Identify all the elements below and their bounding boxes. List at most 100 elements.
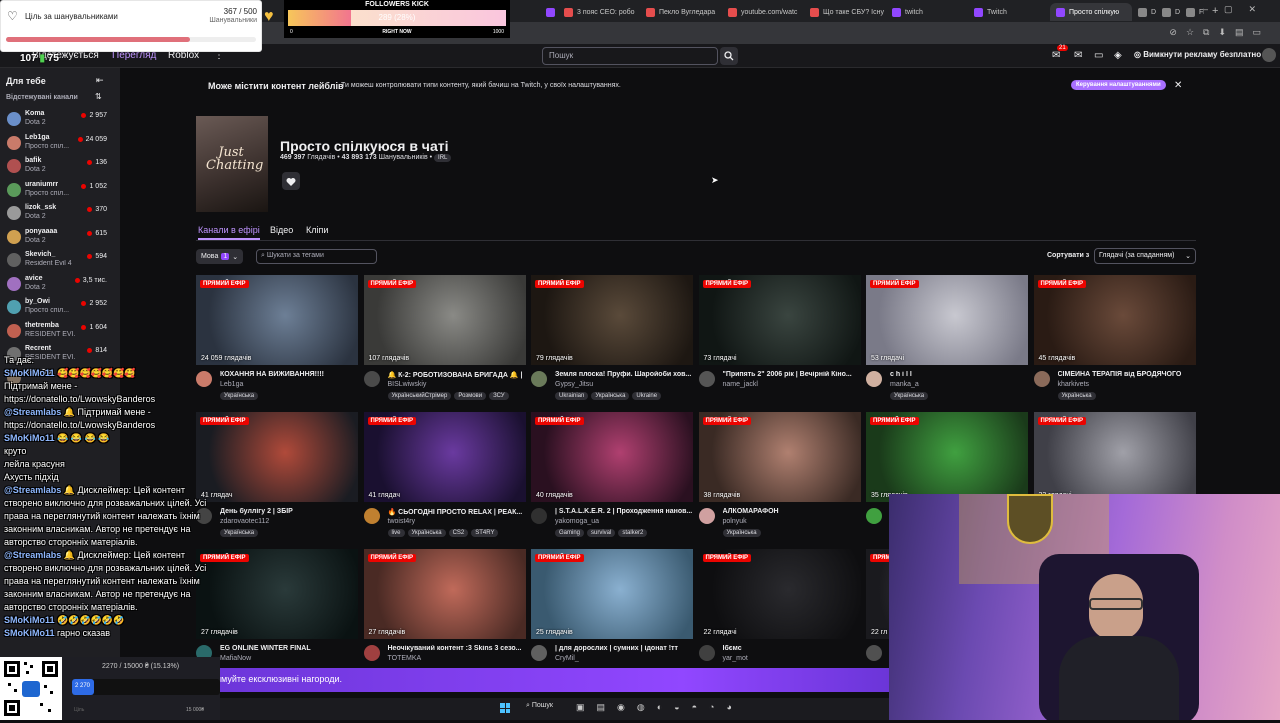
stream-tag[interactable]: live	[387, 529, 405, 537]
tab-videos[interactable]: Відео	[270, 225, 293, 235]
stream-card[interactable]: ПРЯМИЙ ЕФІР 22 глядачі Ібємс yar_mot	[698, 549, 861, 679]
streamer-avatar[interactable]	[363, 645, 380, 661]
streamer-avatar[interactable]	[196, 371, 212, 387]
tag-search-input[interactable]: ⌕ Шукати за тегами	[256, 249, 377, 264]
stream-thumbnail[interactable]: ПРЯМИЙ ЕФІР 27 глядачів	[196, 549, 358, 639]
stream-thumbnail[interactable]: ПРЯМИЙ ЕФІР33 глядачі	[1033, 412, 1196, 502]
stream-tag[interactable]: Українська	[591, 392, 630, 400]
stream-tag[interactable]: survival	[587, 529, 616, 537]
stream-channel-name[interactable]: Gypsy_Jitsu	[555, 381, 593, 388]
stream-title[interactable]: 🔥 СЬОГОДНІ ПРОСТО RELAX | РЕАК...	[388, 508, 526, 516]
search-button[interactable]	[720, 47, 738, 65]
streamer-avatar[interactable]	[866, 645, 882, 661]
stream-thumbnail[interactable]: ПРЯМИЙ ЕФІР35 глядачів	[866, 412, 1028, 502]
stream-title[interactable]: АЛКОМАРАФОН	[723, 508, 861, 515]
stream-channel-name[interactable]: TOTEMKA	[388, 655, 422, 662]
follow-heart-button[interactable]	[282, 172, 300, 190]
prime-icon[interactable]: ◈	[1114, 50, 1122, 61]
stream-channel-name[interactable]: yakomoga_ua	[555, 518, 599, 525]
stream-channel-name[interactable]: zdarovaotec112	[220, 518, 269, 525]
sort-icon[interactable]: ⇅	[95, 92, 102, 101]
stream-card[interactable]: ПРЯМИЙ ЕФІР 25 глядачів | для дорослих | с…	[531, 549, 693, 679]
stream-thumbnail[interactable]: ПРЯМИЙ ЕФІР 25 глядачів	[531, 549, 693, 639]
sidebar-channel-item[interactable]: thetremba RESIDENT EVI... 1 604	[0, 320, 120, 344]
browser-tab[interactable]: youtube.com/watc	[722, 3, 804, 21]
browser-tab[interactable]: Films	[1180, 3, 1204, 21]
browser-tab[interactable]	[540, 3, 558, 21]
stream-channel-name[interactable]: CryMil_	[555, 655, 579, 662]
stream-channel-name[interactable]: polnyuk	[723, 518, 747, 525]
stream-title[interactable]: Ібємс	[723, 645, 861, 652]
tab-live-channels[interactable]: Канали в ефірі	[198, 225, 260, 235]
stream-channel-name[interactable]: Leb1ga	[220, 381, 243, 388]
stream-thumbnail[interactable]: ПРЯМИЙ ЕФІР 41 глядач	[363, 412, 526, 502]
stream-title[interactable]: КОХАННЯ НА ВИЖИВАННЯ!!!!	[220, 371, 358, 378]
streamer-avatar[interactable]	[698, 645, 715, 661]
stream-tag[interactable]: Українська	[1057, 392, 1096, 400]
stream-channel-name[interactable]: manka_a	[890, 381, 919, 388]
search-input[interactable]: Пошук	[542, 47, 718, 65]
stream-title[interactable]: Неочікуваний контент :3 Skins 3 сезо...	[388, 645, 526, 652]
notifications-icon[interactable]: ✉ 21	[1052, 45, 1068, 61]
stream-title[interactable]: | S.T.A.L.K.E.R. 2 | Проходження нанов..…	[555, 508, 693, 515]
stream-tag[interactable]: Ukrainian	[555, 392, 589, 400]
browser-tab[interactable]: DonateBond	[1156, 3, 1180, 21]
stream-tag[interactable]: Українська	[722, 529, 761, 537]
browser-tab[interactable]: Просто спілкую	[1050, 3, 1132, 21]
stream-card[interactable]: ПРЯМИЙ ЕФІР 27 глядачів EG ONLINE WINTER F…	[196, 549, 358, 679]
manage-settings-button[interactable]: Керування налаштуваннями	[1071, 80, 1166, 90]
stream-card[interactable]: ПРЯМИЙ ЕФІР 27 глядачів Неочікуваний конте…	[363, 549, 526, 679]
sort-select[interactable]: Глядачі (за спаданням) ⌄	[1094, 248, 1196, 264]
streamer-avatar[interactable]	[531, 371, 547, 387]
stream-tag[interactable]: stalker2	[618, 529, 648, 537]
stream-title[interactable]: СІМЕЙНА ТЕРАПІЯ від БРОДЯЧОГО	[1058, 371, 1196, 378]
stream-card[interactable]: ПРЯМИЙ ЕФІР 40 глядачів | S.T.A.L.K.E.R. 2…	[531, 412, 693, 542]
stream-thumbnail[interactable]: ПРЯМИЙ ЕФІР 40 глядачів	[531, 412, 693, 502]
stream-card[interactable]: ПРЯМИЙ ЕФІР 107 глядачів 🔔 К-2: РОБОТИЗОВА…	[363, 275, 526, 405]
sidebar-channel-item[interactable]: Koma Dota 2 2 957	[0, 108, 120, 132]
streamer-avatar[interactable]	[866, 508, 882, 524]
stream-title[interactable]: c h i l l	[890, 371, 1028, 378]
collapse-sidebar-icon[interactable]: ⇤	[96, 75, 104, 86]
stream-thumbnail[interactable]: ПРЯМИЙ ЕФІР 107 глядачів	[363, 275, 526, 365]
streamer-avatar[interactable]	[1033, 371, 1050, 387]
stream-title[interactable]: 🔔 К-2: РОБОТИЗОВАНА БРИГАДА 🔔 |	[388, 371, 526, 379]
sidebar-channel-item[interactable]: StRoGo 23 917	[0, 367, 120, 391]
taskbar-app-icons[interactable]: ▣▤◉◍◐◒◓◔◕	[576, 702, 744, 713]
sidebar-channel-item[interactable]: by_Owi Просто спіл... 2 952	[0, 296, 120, 320]
stream-thumbnail[interactable]: ПРЯМИЙ ЕФІР 41 глядач	[196, 412, 358, 502]
stream-title[interactable]: | для дорослих | сумних | ідонат !тт	[555, 645, 693, 652]
stream-title[interactable]: "Припять 2" 2006 рік | Вечірній Кіно...	[723, 371, 861, 378]
sidebar-channel-item[interactable]: lizok_ssk Dota 2 370	[0, 202, 120, 226]
promo-bar[interactable]: имуйте ексклюзивні нагороди.	[200, 668, 890, 692]
stream-thumbnail[interactable]: ПРЯМИЙ ЕФІР 24 059 глядачів	[196, 275, 358, 365]
sidebar-channel-item[interactable]: ponyaaaa Dota 2 615	[0, 226, 120, 250]
streamer-avatar[interactable]	[698, 508, 715, 524]
stream-card[interactable]: ПРЯМИЙ ЕФІР 41 глядач День буллігу 2 | ЗБІ…	[196, 412, 358, 542]
stream-tag[interactable]: Українська	[407, 529, 446, 537]
sidebar-channel-item[interactable]: Leb1ga Просто спіл... 24 059	[0, 132, 120, 156]
stream-thumbnail[interactable]: ПРЯМИЙ ЕФІР 73 глядачі	[698, 275, 861, 365]
browser-tab[interactable]: twitch	[886, 3, 968, 21]
sidebar-channel-item[interactable]: avice Dota 2 3,5 тис.	[0, 273, 120, 297]
stream-tag[interactable]: Українська	[220, 392, 259, 400]
browser-tab[interactable]: 3 пояс CEO: робо	[558, 3, 640, 21]
streamer-avatar[interactable]	[363, 508, 380, 524]
stream-channel-name[interactable]: twoist4ry	[388, 518, 416, 525]
language-filter-button[interactable]: Мова 1 ⌄	[196, 249, 244, 264]
stream-card[interactable]: ПРЯМИЙ ЕФІР 53 глядачі c h i l l manka_a Укр…	[866, 275, 1028, 405]
stream-tag[interactable]: Українська	[220, 529, 259, 537]
window-controls[interactable]: –▢✕	[1203, 4, 1272, 15]
stream-tag[interactable]: Ukraine	[632, 392, 662, 400]
close-banner-icon[interactable]: ✕	[1174, 80, 1182, 91]
stream-card[interactable]: ПРЯМИЙ ЕФІР 24 059 глядачів КОХАННЯ НА ВИЖ…	[196, 275, 358, 405]
browser-tab[interactable]: Пекло Вугледара	[640, 3, 722, 21]
streamer-avatar[interactable]	[531, 508, 547, 524]
sidebar-channel-item[interactable]: Recrent RESIDENT EVI... 814	[0, 343, 120, 367]
streamer-avatar[interactable]	[531, 645, 547, 661]
stream-tag[interactable]: ST4RY	[471, 529, 499, 537]
stream-channel-name[interactable]: kharkivets	[1058, 381, 1090, 388]
stream-card[interactable]: ПРЯМИЙ ЕФІР 41 глядач 🔥 СЬОГОДНІ ПРОСТО RE…	[363, 412, 526, 542]
browser-tab[interactable]: Dota2	[1132, 3, 1156, 21]
stream-channel-name[interactable]: name_jackl	[723, 381, 758, 388]
